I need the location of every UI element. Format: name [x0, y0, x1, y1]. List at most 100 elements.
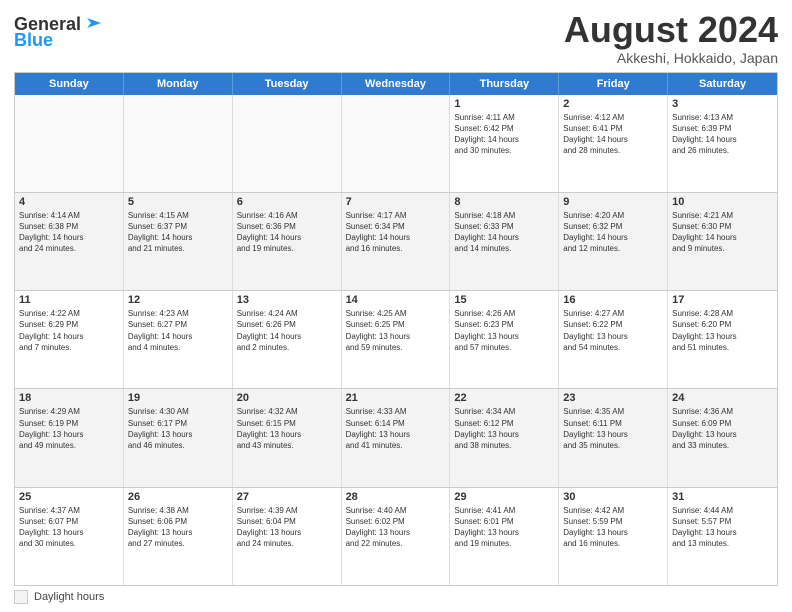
footer: Daylight hours	[14, 586, 778, 604]
cell-day-number: 15	[454, 294, 554, 306]
cell-info: Sunrise: 4:16 AM Sunset: 6:36 PM Dayligh…	[237, 210, 337, 255]
cell-info: Sunrise: 4:42 AM Sunset: 5:59 PM Dayligh…	[563, 505, 663, 550]
cell-info: Sunrise: 4:37 AM Sunset: 6:07 PM Dayligh…	[19, 505, 119, 550]
calendar-cell: 14 Sunrise: 4:25 AM Sunset: 6:25 PM Dayli…	[342, 291, 451, 388]
calendar-subtitle: Akkeshi, Hokkaido, Japan	[564, 50, 778, 66]
logo-arrow-icon	[83, 12, 105, 34]
cell-info: Sunrise: 4:14 AM Sunset: 6:38 PM Dayligh…	[19, 210, 119, 255]
cell-info: Sunrise: 4:38 AM Sunset: 6:06 PM Dayligh…	[128, 505, 228, 550]
calendar-cell: 8Sunrise: 4:18 AM Sunset: 6:33 PM Daylig…	[450, 193, 559, 290]
calendar-header-row: SundayMondayTuesdayWednesdayThursdayFrid…	[15, 73, 777, 95]
cell-info: Sunrise: 4:36 AM Sunset: 6:09 PM Dayligh…	[672, 406, 773, 451]
cell-info: Sunrise: 4:33 AM Sunset: 6:14 PM Dayligh…	[346, 406, 446, 451]
cell-day-number: 5	[128, 196, 228, 208]
cell-day-number: 10	[672, 196, 773, 208]
calendar-cell: 27Sunrise: 4:39 AM Sunset: 6:04 PM Dayli…	[233, 488, 342, 585]
cell-day-number: 4	[19, 196, 119, 208]
calendar-cell: 28 Sunrise: 4:40 AM Sunset: 6:02 PM Dayli…	[342, 488, 451, 585]
logo-blue: Blue	[14, 30, 53, 51]
cell-day-number: 12	[128, 294, 228, 306]
cell-day-number: 17	[672, 294, 773, 306]
cell-info: Sunrise: 4:26 AM Sunset: 6:23 PM Dayligh…	[454, 308, 554, 353]
calendar-header-cell: Tuesday	[233, 73, 342, 95]
cell-day-number: 20	[237, 392, 337, 404]
page: General Blue August 2024 Akkeshi, Hokkai…	[0, 0, 792, 612]
cell-day-number: 2	[563, 98, 663, 110]
cell-info: Sunrise: 4:15 AM Sunset: 6:37 PM Dayligh…	[128, 210, 228, 255]
cell-info: Sunrise: 4:27 AM Sunset: 6:22 PM Dayligh…	[563, 308, 663, 353]
cell-info: Sunrise: 4:41 AM Sunset: 6:01 PM Dayligh…	[454, 505, 554, 550]
calendar-cell: 21 Sunrise: 4:33 AM Sunset: 6:14 PM Dayli…	[342, 389, 451, 486]
cell-info: Sunrise: 4:25 AM Sunset: 6:25 PM Dayligh…	[346, 308, 446, 353]
cell-info: Sunrise: 4:13 AM Sunset: 6:39 PM Dayligh…	[672, 112, 773, 157]
cell-day-number: 11	[19, 294, 119, 306]
calendar-row: 25 Sunrise: 4:37 AM Sunset: 6:07 PM Dayli…	[15, 487, 777, 585]
cell-info: Sunrise: 4:40 AM Sunset: 6:02 PM Dayligh…	[346, 505, 446, 550]
cell-info: Sunrise: 4:32 AM Sunset: 6:15 PM Dayligh…	[237, 406, 337, 451]
calendar-row: 4 Sunrise: 4:14 AM Sunset: 6:38 PM Daylig…	[15, 192, 777, 290]
calendar-header-cell: Saturday	[668, 73, 777, 95]
cell-day-number: 21	[346, 392, 446, 404]
calendar-header-cell: Monday	[124, 73, 233, 95]
calendar-cell: 30Sunrise: 4:42 AM Sunset: 5:59 PM Dayli…	[559, 488, 668, 585]
calendar-cell	[124, 95, 233, 192]
calendar-cell: 12Sunrise: 4:23 AM Sunset: 6:27 PM Dayli…	[124, 291, 233, 388]
calendar-cell: 11 Sunrise: 4:22 AM Sunset: 6:29 PM Dayli…	[15, 291, 124, 388]
calendar-row: 18 Sunrise: 4:29 AM Sunset: 6:19 PM Dayli…	[15, 388, 777, 486]
logo: General Blue	[14, 14, 105, 51]
calendar-row: 11 Sunrise: 4:22 AM Sunset: 6:29 PM Dayli…	[15, 290, 777, 388]
calendar-cell: 17 Sunrise: 4:28 AM Sunset: 6:20 PM Dayli…	[668, 291, 777, 388]
calendar: SundayMondayTuesdayWednesdayThursdayFrid…	[14, 72, 778, 586]
cell-day-number: 28	[346, 491, 446, 503]
calendar-cell: 5 Sunrise: 4:15 AM Sunset: 6:37 PM Daylig…	[124, 193, 233, 290]
cell-info: Sunrise: 4:20 AM Sunset: 6:32 PM Dayligh…	[563, 210, 663, 255]
calendar-header-cell: Wednesday	[342, 73, 451, 95]
cell-day-number: 26	[128, 491, 228, 503]
calendar-cell: 24 Sunrise: 4:36 AM Sunset: 6:09 PM Dayli…	[668, 389, 777, 486]
calendar-cell	[342, 95, 451, 192]
calendar-header-cell: Sunday	[15, 73, 124, 95]
cell-info: Sunrise: 4:28 AM Sunset: 6:20 PM Dayligh…	[672, 308, 773, 353]
cell-info: Sunrise: 4:24 AM Sunset: 6:26 PM Dayligh…	[237, 308, 337, 353]
calendar-cell: 23Sunrise: 4:35 AM Sunset: 6:11 PM Dayli…	[559, 389, 668, 486]
cell-day-number: 31	[672, 491, 773, 503]
cell-day-number: 16	[563, 294, 663, 306]
calendar-title: August 2024	[564, 10, 778, 50]
calendar-cell: 25 Sunrise: 4:37 AM Sunset: 6:07 PM Dayli…	[15, 488, 124, 585]
cell-day-number: 27	[237, 491, 337, 503]
cell-day-number: 14	[346, 294, 446, 306]
cell-info: Sunrise: 4:34 AM Sunset: 6:12 PM Dayligh…	[454, 406, 554, 451]
calendar-cell: 9 Sunrise: 4:20 AM Sunset: 6:32 PM Daylig…	[559, 193, 668, 290]
cell-day-number: 25	[19, 491, 119, 503]
cell-day-number: 18	[19, 392, 119, 404]
cell-day-number: 8	[454, 196, 554, 208]
calendar-cell: 3 Sunrise: 4:13 AM Sunset: 6:39 PM Daylig…	[668, 95, 777, 192]
cell-day-number: 1	[454, 98, 554, 110]
calendar-row: 1 Sunrise: 4:11 AM Sunset: 6:42 PM Daylig…	[15, 95, 777, 192]
footer-label: Daylight hours	[34, 591, 104, 603]
calendar-cell	[15, 95, 124, 192]
calendar-cell: 26 Sunrise: 4:38 AM Sunset: 6:06 PM Dayli…	[124, 488, 233, 585]
calendar-header-cell: Thursday	[450, 73, 559, 95]
cell-day-number: 9	[563, 196, 663, 208]
cell-info: Sunrise: 4:12 AM Sunset: 6:41 PM Dayligh…	[563, 112, 663, 157]
cell-info: Sunrise: 4:22 AM Sunset: 6:29 PM Dayligh…	[19, 308, 119, 353]
calendar-cell: 13Sunrise: 4:24 AM Sunset: 6:26 PM Dayli…	[233, 291, 342, 388]
cell-info: Sunrise: 4:21 AM Sunset: 6:30 PM Dayligh…	[672, 210, 773, 255]
calendar-cell: 31 Sunrise: 4:44 AM Sunset: 5:57 PM Dayli…	[668, 488, 777, 585]
calendar-cell: 2 Sunrise: 4:12 AM Sunset: 6:41 PM Daylig…	[559, 95, 668, 192]
cell-info: Sunrise: 4:11 AM Sunset: 6:42 PM Dayligh…	[454, 112, 554, 157]
cell-day-number: 3	[672, 98, 773, 110]
calendar-cell: 4 Sunrise: 4:14 AM Sunset: 6:38 PM Daylig…	[15, 193, 124, 290]
cell-day-number: 24	[672, 392, 773, 404]
calendar-cell: 18 Sunrise: 4:29 AM Sunset: 6:19 PM Dayli…	[15, 389, 124, 486]
calendar-cell: 22Sunrise: 4:34 AM Sunset: 6:12 PM Dayli…	[450, 389, 559, 486]
title-block: August 2024 Akkeshi, Hokkaido, Japan	[564, 10, 778, 66]
cell-info: Sunrise: 4:30 AM Sunset: 6:17 PM Dayligh…	[128, 406, 228, 451]
footer-box	[14, 590, 28, 604]
cell-info: Sunrise: 4:44 AM Sunset: 5:57 PM Dayligh…	[672, 505, 773, 550]
calendar-cell: 29Sunrise: 4:41 AM Sunset: 6:01 PM Dayli…	[450, 488, 559, 585]
cell-info: Sunrise: 4:29 AM Sunset: 6:19 PM Dayligh…	[19, 406, 119, 451]
cell-info: Sunrise: 4:17 AM Sunset: 6:34 PM Dayligh…	[346, 210, 446, 255]
calendar-cell: 6Sunrise: 4:16 AM Sunset: 6:36 PM Daylig…	[233, 193, 342, 290]
